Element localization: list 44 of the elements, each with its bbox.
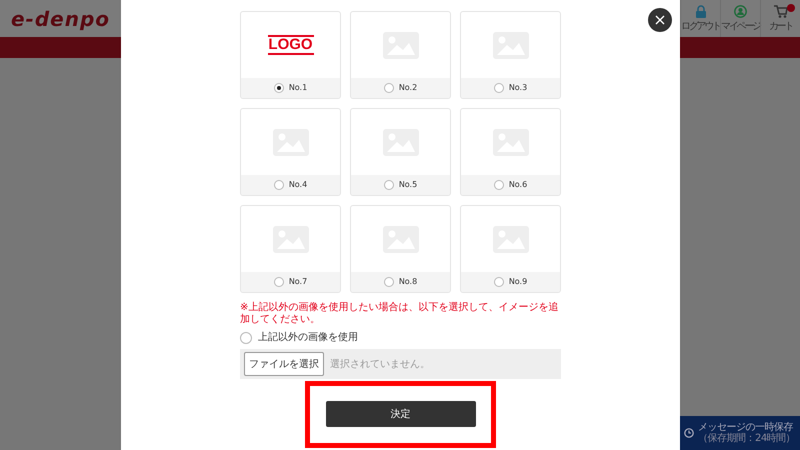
radio-button[interactable] bbox=[494, 277, 504, 288]
image-option-card[interactable]: No.8 bbox=[350, 205, 451, 293]
radio-button[interactable] bbox=[384, 83, 394, 94]
option-label: No.8 bbox=[398, 276, 418, 288]
image-option-card[interactable]: No.3 bbox=[460, 11, 561, 99]
lock-icon bbox=[694, 5, 706, 18]
image-option-card[interactable]: No.9 bbox=[460, 205, 561, 293]
logo-image: LOGO bbox=[268, 35, 314, 56]
radio-button[interactable] bbox=[274, 83, 284, 94]
close-button[interactable] bbox=[648, 8, 672, 32]
image-option-card[interactable]: No.5 bbox=[350, 108, 451, 196]
radio-button[interactable] bbox=[240, 332, 252, 344]
radio-button[interactable] bbox=[384, 180, 394, 190]
image-option-card[interactable]: LOGO No.1 bbox=[240, 11, 341, 99]
option-label: No.5 bbox=[398, 179, 418, 192]
save-note: （保存期間：24時間） bbox=[698, 433, 796, 444]
cart-icon bbox=[774, 5, 788, 18]
option-label: No.2 bbox=[398, 82, 418, 94]
file-input-field[interactable]: ファイルを選択 選択されていません。 bbox=[240, 349, 561, 379]
radio-button[interactable] bbox=[274, 180, 284, 190]
clock-icon bbox=[684, 428, 694, 438]
option-label: No.9 bbox=[508, 276, 528, 288]
image-option-card[interactable]: No.4 bbox=[240, 108, 341, 196]
option-label: No.6 bbox=[508, 179, 528, 192]
file-status-text: 選択されていません。 bbox=[330, 358, 430, 372]
radio-button[interactable] bbox=[274, 277, 284, 288]
option-label: 上記以外の画像を使用 bbox=[258, 330, 358, 345]
close-icon bbox=[655, 15, 665, 25]
option-label: No.3 bbox=[508, 82, 528, 94]
image-option-card[interactable]: No.6 bbox=[460, 108, 561, 196]
option-label: No.4 bbox=[288, 179, 308, 192]
option-label: No.7 bbox=[288, 276, 308, 288]
choose-file-button[interactable]: ファイルを選択 bbox=[244, 352, 324, 376]
radio-button[interactable] bbox=[494, 180, 504, 190]
save-title: メッセージの一時保存 bbox=[698, 422, 794, 433]
radio-button[interactable] bbox=[494, 83, 504, 94]
notice-text: ※上記以外の画像を使用したい場合は、以下を選択して、イメージを追加してください。 bbox=[240, 302, 560, 326]
option-label: No.1 bbox=[288, 82, 308, 94]
user-icon bbox=[734, 5, 747, 18]
image-option-card[interactable]: No.2 bbox=[350, 11, 451, 99]
submit-button[interactable]: 決定 bbox=[326, 401, 476, 427]
image-option-card[interactable]: No.7 bbox=[240, 205, 341, 293]
radio-button[interactable] bbox=[384, 277, 394, 288]
save-message-button[interactable]: メッセージの一時保存 （保存期間：24時間） bbox=[680, 416, 800, 450]
